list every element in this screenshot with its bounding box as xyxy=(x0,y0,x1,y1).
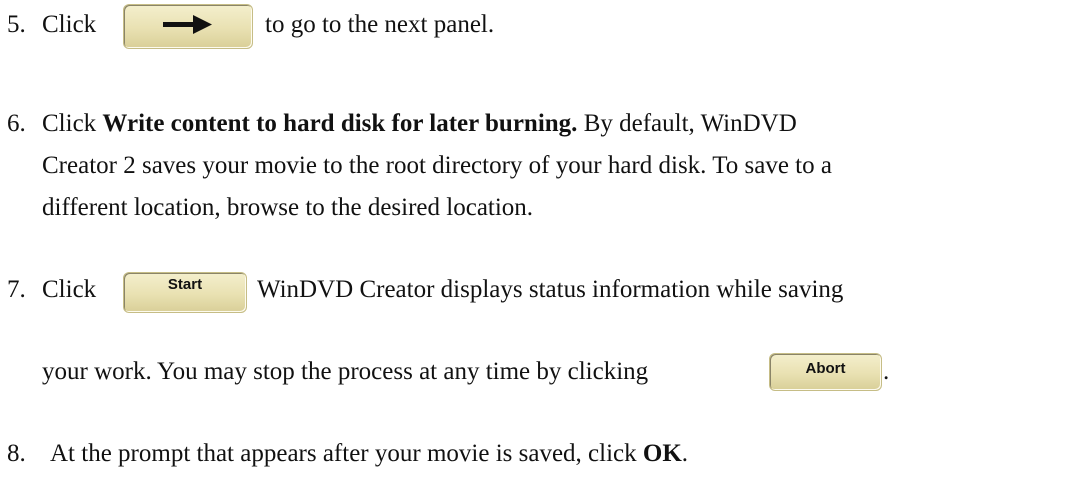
step-number: 7. xyxy=(7,276,26,303)
step-text: your work. You may stop the process at a… xyxy=(42,358,649,385)
abort-button-label: Abort xyxy=(805,360,846,377)
step-text: Click Write content to hard disk for lat… xyxy=(42,107,797,141)
step-rest: By default, WinDVD xyxy=(577,110,797,137)
step-bold-text: Write content to hard disk for later bur… xyxy=(102,110,578,137)
step-text: Creator 2 saves your movie to the root d… xyxy=(42,152,832,179)
step-body: At the prompt that appears after your mo… xyxy=(50,440,643,467)
step-text-after: to go to the next panel. xyxy=(265,11,495,38)
start-button[interactable]: Start xyxy=(123,272,247,313)
abort-button[interactable]: Abort xyxy=(769,353,882,391)
step-number: 5. xyxy=(7,11,26,38)
step-bold-text: OK xyxy=(642,440,682,467)
step-number: 6. xyxy=(7,110,26,137)
step-text: different location, browse to the desire… xyxy=(42,194,534,221)
right-arrow-icon xyxy=(163,15,212,34)
step-text-before: Click xyxy=(42,11,97,38)
step-text-end: . xyxy=(883,358,890,385)
step-number: 8. xyxy=(7,440,26,467)
step-text: At the prompt that appears after your mo… xyxy=(50,437,688,471)
step-end: . xyxy=(681,440,689,467)
step-text-before: Click xyxy=(42,276,97,303)
next-panel-button[interactable] xyxy=(123,4,253,49)
step-text-after: WinDVD Creator displays status informati… xyxy=(257,276,844,303)
start-button-label: Start xyxy=(167,276,203,293)
step-prefix: Click xyxy=(42,110,103,137)
